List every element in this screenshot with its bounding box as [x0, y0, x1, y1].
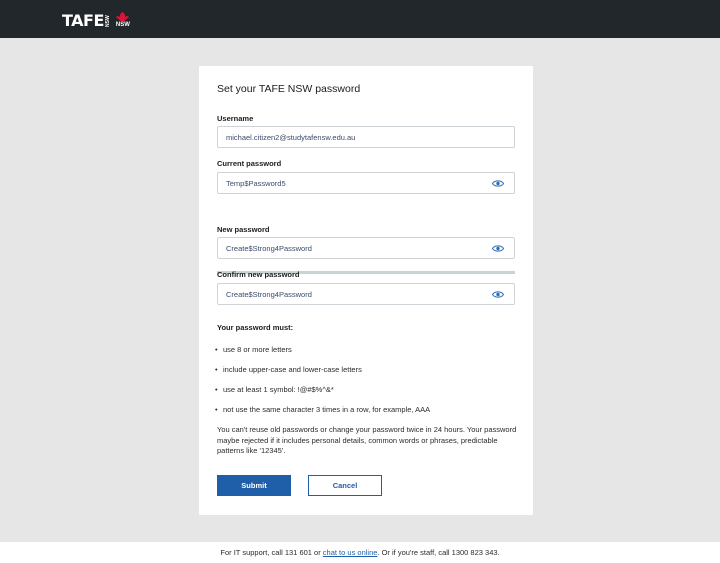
cancel-button[interactable]: Cancel — [308, 475, 382, 496]
confirm-password-value: Create$Strong4Password — [226, 290, 312, 299]
password-rule-item: use 8 or more letters — [215, 345, 292, 354]
footer-text-end: . Or if you're staff, call 1300 823 343. — [377, 548, 500, 557]
password-rule-item: include upper-case and lower-case letter… — [215, 365, 362, 374]
password-form-card: Set your TAFE NSW password Username mich… — [199, 66, 533, 515]
confirm-password-label: Confirm new password — [217, 270, 300, 279]
waratah-icon — [116, 11, 130, 21]
page-title: Set your TAFE NSW password — [217, 83, 361, 95]
current-password-value: Temp$Password5 — [226, 179, 286, 188]
show-confirm-password-eye-icon[interactable] — [492, 290, 504, 299]
password-rule-item: not use the same character 3 times in a … — [215, 405, 430, 414]
current-password-label: Current password — [217, 159, 282, 168]
logo-text: TAFE — [62, 10, 104, 30]
top-header-bar: TAFE NSW NSW — [0, 0, 720, 38]
password-rule-item: use at least 1 symbol: !@#$%^&* — [215, 385, 334, 394]
submit-button[interactable]: Submit — [217, 475, 291, 496]
username-label: Username — [217, 114, 254, 123]
footer-text-start: For IT support, call 131 601 or — [220, 548, 323, 557]
nsw-waratah-logo: NSW — [115, 11, 130, 29]
chat-online-link[interactable]: chat to us online — [323, 548, 378, 557]
current-password-field[interactable]: Temp$Password5 — [217, 172, 515, 194]
confirm-password-field[interactable]: Create$Strong4Password — [217, 283, 515, 305]
username-value: michael.citizen2@studytafensw.edu.au — [226, 133, 356, 142]
new-password-label: New password — [217, 225, 270, 234]
new-password-value: Create$Strong4Password — [226, 244, 312, 253]
password-reuse-note: You can't reuse old passwords or change … — [217, 425, 517, 455]
tafe-nsw-logo[interactable]: TAFE NSW NSW — [62, 9, 130, 31]
show-password-eye-icon[interactable] — [492, 179, 504, 188]
footer-support-text: For IT support, call 131 601 or chat to … — [0, 548, 720, 557]
username-field[interactable]: michael.citizen2@studytafensw.edu.au — [217, 126, 515, 148]
logo-sub-text: NSW — [104, 15, 111, 27]
show-new-password-eye-icon[interactable] — [492, 244, 504, 253]
password-rules-title: Your password must: — [217, 323, 294, 332]
waratah-label: NSW — [115, 21, 130, 28]
new-password-field[interactable]: Create$Strong4Password — [217, 237, 515, 259]
